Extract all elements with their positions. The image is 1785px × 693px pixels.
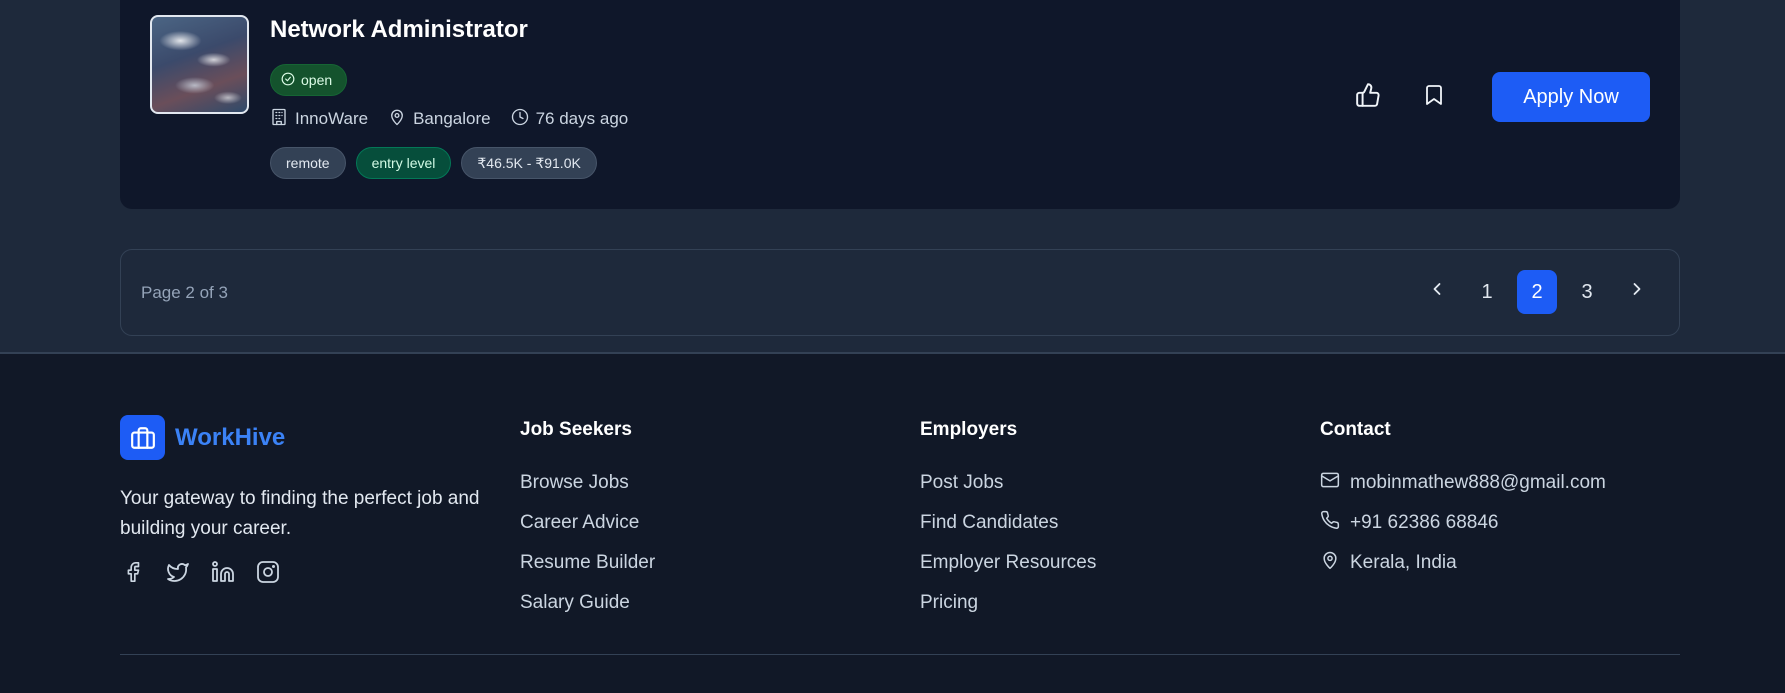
status-badge: open [270, 64, 348, 96]
site-footer: WorkHive Your gateway to finding the per… [0, 352, 1785, 693]
page-button-1[interactable]: 1 [1467, 270, 1507, 314]
instagram-icon[interactable] [255, 559, 280, 584]
company-logo-image [150, 15, 249, 114]
tag-salary: ₹46.5K - ₹91.0K [461, 147, 597, 179]
link-career-advice[interactable]: Career Advice [520, 512, 639, 534]
footer-brand[interactable]: WorkHive [120, 415, 285, 460]
job-title[interactable]: Network Administrator [270, 16, 528, 44]
posted-time: 76 days ago [535, 109, 629, 128]
col-title-job-seekers: Job Seekers [520, 419, 632, 440]
link-pricing[interactable]: Pricing [920, 592, 978, 614]
prev-page-button[interactable] [1417, 270, 1457, 314]
pager: 1 2 3 [1417, 270, 1657, 314]
apply-now-button[interactable]: Apply Now [1492, 72, 1650, 122]
contact-phone-text: +91 62386 68846 [1350, 512, 1499, 533]
link-salary-guide[interactable]: Salary Guide [520, 592, 630, 614]
briefcase-icon [120, 415, 165, 460]
company-meta: InnoWare [270, 108, 368, 131]
social-links [120, 559, 280, 584]
map-pin-icon [388, 108, 406, 131]
page-info: Page 2 of 3 [141, 283, 228, 302]
page-button-3[interactable]: 3 [1567, 270, 1607, 314]
bookmark-icon [1422, 83, 1446, 112]
brand-name: WorkHive [175, 423, 286, 451]
job-meta: InnoWare Bangalore 76 days ago [270, 108, 628, 130]
building-icon [270, 108, 288, 131]
mail-icon [1320, 470, 1340, 496]
job-location: Bangalore [413, 109, 491, 128]
chevron-left-icon [1427, 279, 1447, 305]
contact-phone[interactable]: +91 62386 68846 [1320, 503, 1606, 543]
map-pin-icon [1320, 550, 1340, 576]
linkedin-icon[interactable] [210, 559, 235, 584]
link-post-jobs[interactable]: Post Jobs [920, 472, 1003, 494]
like-button[interactable] [1344, 73, 1392, 121]
col-title-employers: Employers [920, 419, 1018, 440]
page-button-2[interactable]: 2 [1517, 270, 1557, 314]
job-tags: remote entry level ₹46.5K - ₹91.0K [270, 147, 597, 179]
status-label: open [301, 72, 333, 88]
col-title-contact: Contact [1320, 419, 1391, 440]
job-actions: Apply Now [1344, 72, 1650, 122]
footer-divider [120, 654, 1680, 655]
tag-experience: entry level [355, 147, 452, 179]
company-name: InnoWare [295, 109, 369, 128]
tag-work-mode: remote [270, 147, 346, 179]
contact-address-text: Kerala, India [1350, 552, 1457, 573]
link-resume-builder[interactable]: Resume Builder [520, 552, 655, 574]
check-circle-icon [281, 72, 295, 89]
contact-email-text: mobinmathew888@gmail.com [1350, 472, 1606, 493]
footer-col-employers: Employers Post Jobs Find Candidates Empl… [920, 419, 1096, 623]
footer-tagline: Your gateway to finding the perfect job … [120, 488, 480, 539]
link-employer-resources[interactable]: Employer Resources [920, 552, 1096, 574]
pagination-bar: Page 2 of 3 1 2 3 [120, 249, 1680, 336]
clock-icon [511, 108, 529, 131]
link-browse-jobs[interactable]: Browse Jobs [520, 472, 629, 494]
thumbs-up-icon [1355, 82, 1381, 113]
contact-address: Kerala, India [1320, 543, 1606, 583]
page: Network Administrator open InnoWare Bang… [0, 0, 1785, 693]
chevron-right-icon [1627, 279, 1647, 305]
bookmark-button[interactable] [1410, 73, 1458, 121]
contact-email[interactable]: mobinmathew888@gmail.com [1320, 463, 1606, 503]
posted-meta: 76 days ago [511, 108, 629, 131]
facebook-icon[interactable] [120, 559, 145, 584]
next-page-button[interactable] [1617, 270, 1657, 314]
job-card[interactable]: Network Administrator open InnoWare Bang… [120, 0, 1680, 209]
phone-icon [1320, 510, 1340, 536]
footer-col-job-seekers: Job Seekers Browse Jobs Career Advice Re… [520, 419, 655, 623]
twitter-icon[interactable] [165, 559, 190, 584]
link-find-candidates[interactable]: Find Candidates [920, 512, 1058, 534]
location-meta: Bangalore [388, 108, 491, 131]
footer-col-contact: Contact mobinmathew888@gmail.com +91 623… [1320, 419, 1606, 583]
